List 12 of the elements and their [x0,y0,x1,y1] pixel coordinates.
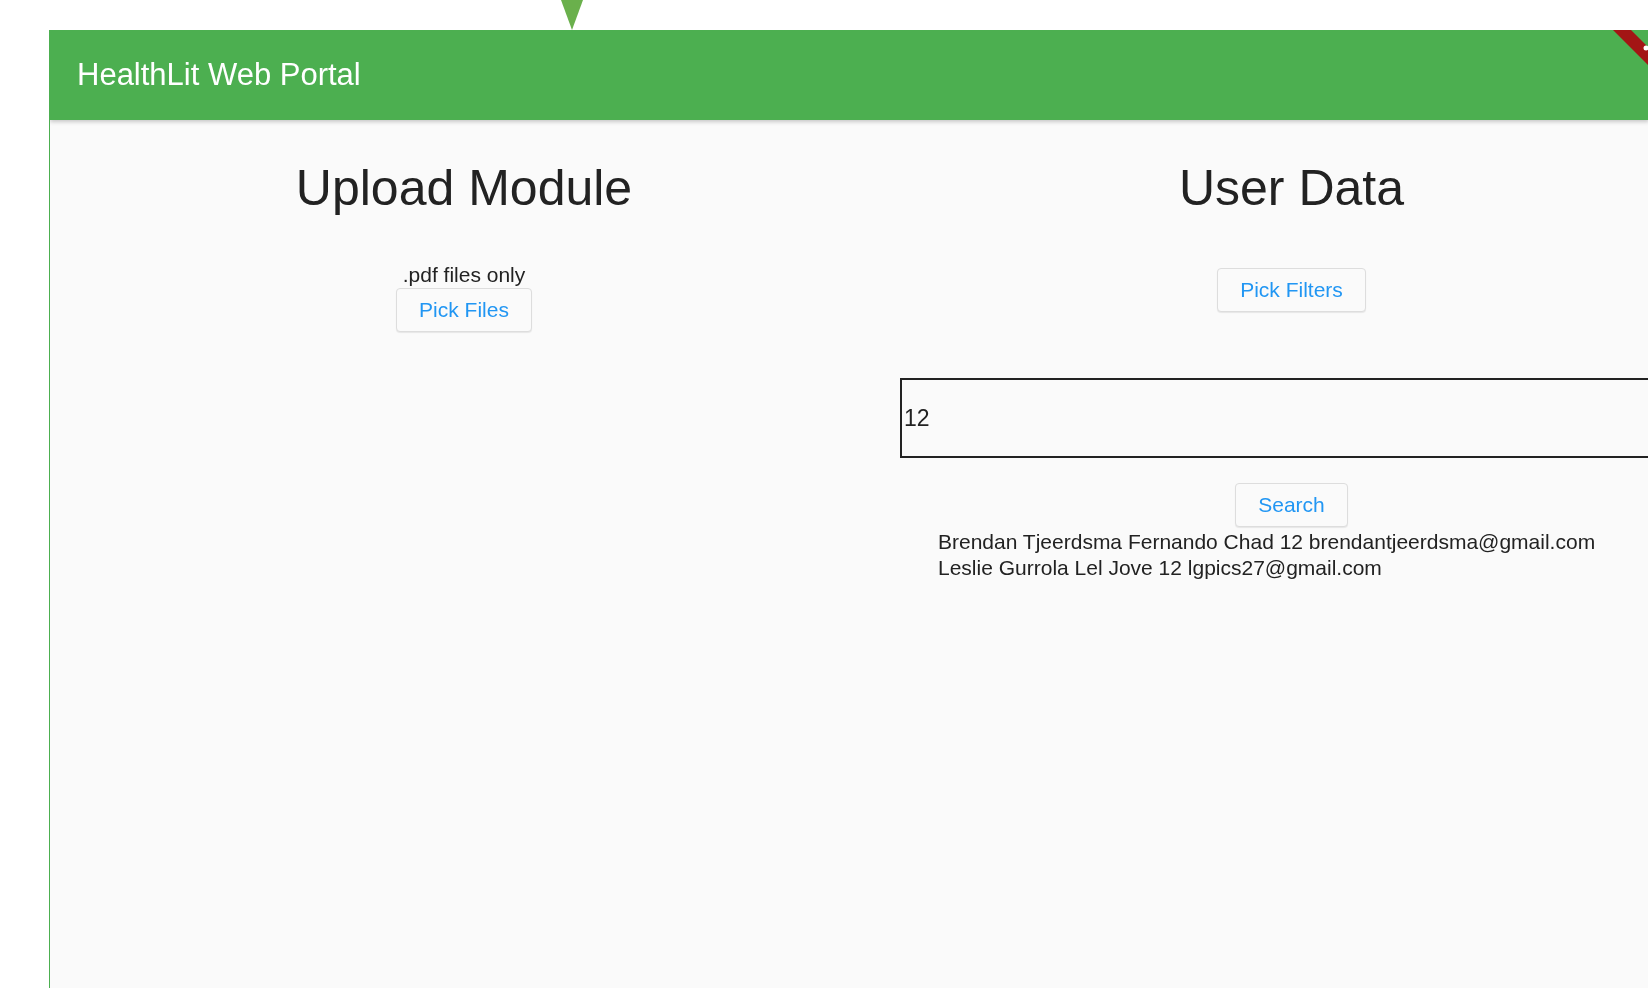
marker-icon [561,0,583,30]
section-heading: Upload Module [295,159,633,218]
debug-banner [1613,30,1648,66]
pick-filters-button[interactable]: Pick Filters [1217,268,1366,312]
file-type-hint: .pdf files only [402,262,526,288]
app-title: HealthLit Web Portal [77,57,361,93]
search-button[interactable]: Search [1235,483,1348,527]
pick-files-button[interactable]: Pick Files [396,288,532,332]
result-row-text: Brendan Tjeerdsma Fernando Chad 12 brendantjeerdsma@gmail.com [938,529,1597,555]
result-row-text: Leslie Gurrola Lel Jove 12 lgpics27@gmail.com [938,555,1383,581]
section-heading: User Data [1178,159,1405,218]
search-field[interactable]: 12 [900,378,1648,458]
